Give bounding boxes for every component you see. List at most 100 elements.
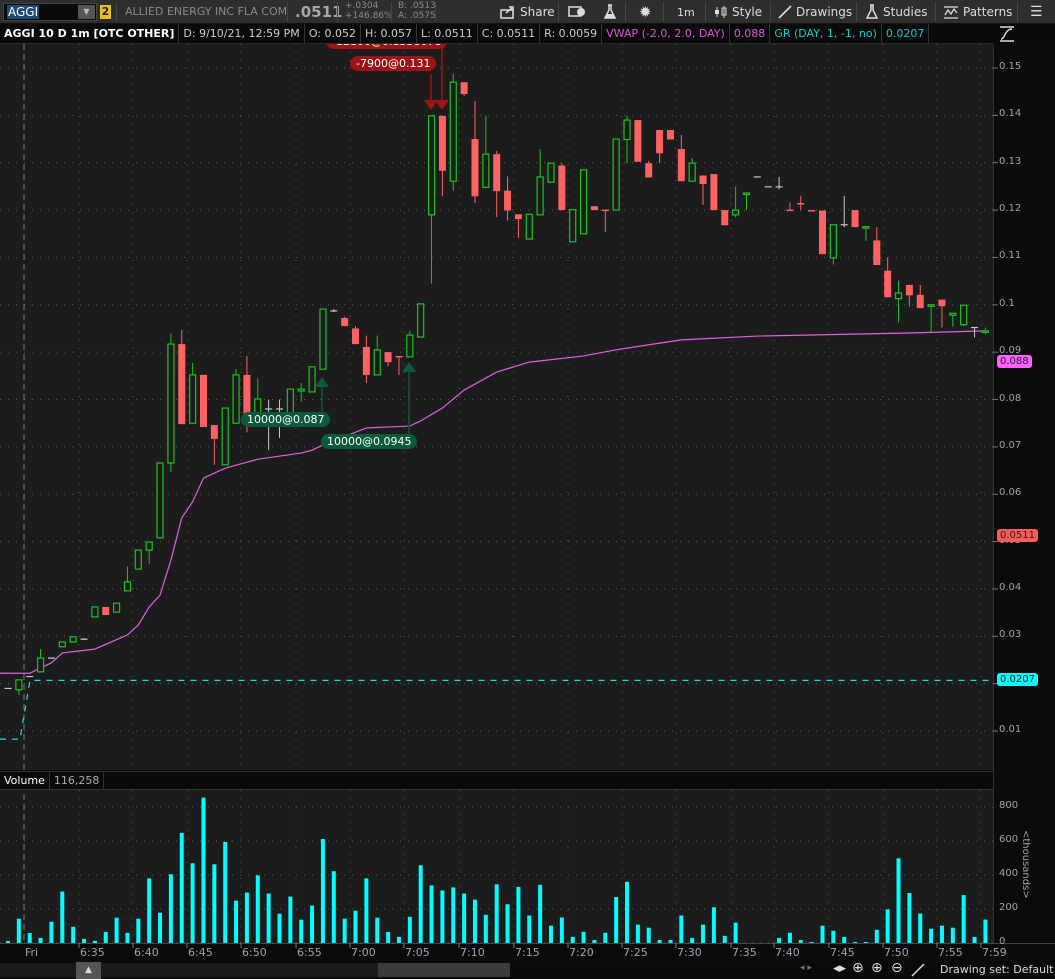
candle-body (36, 657, 45, 673)
time-axis-label: 7:50 (884, 946, 909, 959)
candle-body (319, 308, 327, 370)
bid: B: .0513 (398, 1, 436, 11)
candle-body (819, 210, 826, 255)
candle-body (482, 153, 490, 188)
top-toolbar: AGGI ▼ 2 ALLIED ENERGY INC FLA COM .0511… (0, 0, 1055, 24)
volume-bar (331, 871, 336, 943)
scrollbar-thumb[interactable] (378, 963, 510, 977)
crosshair-icon[interactable]: ⊕ (852, 960, 864, 976)
candle (493, 150, 501, 218)
share-button[interactable]: Share (500, 0, 555, 24)
bar-open: O: 0.052 (305, 24, 361, 44)
volume-bar (961, 895, 966, 943)
candle-body (210, 425, 218, 439)
volume-bar (16, 918, 21, 943)
studies-button[interactable]: Studies (865, 0, 928, 24)
volume-bar (451, 887, 456, 943)
flask-icon (865, 4, 879, 19)
candle-style-icon (715, 6, 727, 18)
zoom-out-icon[interactable]: ⊖ (891, 960, 903, 976)
symbol-text: AGGI (7, 5, 40, 19)
trade-label-buy: 10000@0.087 (241, 412, 331, 427)
flask-button[interactable] (603, 0, 617, 24)
candle (58, 641, 66, 648)
candle-body (395, 355, 403, 358)
scroll-home-button[interactable]: ▲ (76, 962, 101, 979)
link-group-badge[interactable]: 2 (100, 5, 111, 19)
settings-button[interactable]: ✹ (639, 0, 652, 24)
volume-bar (777, 937, 782, 943)
style-button[interactable]: Style (714, 0, 762, 24)
candle (91, 606, 99, 618)
gr-study-label[interactable]: GR (DAY, 1, -1, no) (770, 24, 882, 44)
timeframe-button[interactable]: 1m (677, 0, 695, 24)
volume-bar (863, 941, 868, 943)
divider (116, 2, 117, 22)
menu-button[interactable]: ☰ (1030, 0, 1043, 24)
price-axis-label: 0.04 (999, 581, 1022, 593)
buy-arrow-icon (402, 362, 416, 372)
candle-body (417, 303, 425, 338)
volume-bar (125, 932, 130, 943)
time-axis-label: 6:50 (242, 946, 267, 959)
change-percent: +146.86% (345, 11, 393, 21)
vwap-line (0, 330, 986, 674)
divider (856, 2, 857, 22)
drawings-button[interactable]: Drawings (778, 0, 852, 24)
candle (221, 407, 229, 466)
volume-bar (950, 927, 955, 943)
candle-body (178, 344, 186, 425)
candle-body (297, 388, 305, 392)
candle (981, 327, 990, 335)
volume-label: Volume (0, 772, 50, 789)
candle-body (894, 292, 903, 300)
axis-scale-button[interactable] (993, 24, 1055, 44)
chart-canvas[interactable] (0, 0, 1055, 979)
candle-body (341, 318, 349, 327)
candle-body (514, 214, 522, 220)
volume-bar (820, 925, 825, 943)
candle-body (471, 139, 479, 197)
volume-bar (375, 917, 380, 943)
volume-bar (592, 939, 597, 943)
candle-body (384, 352, 392, 363)
candle-body (15, 679, 23, 691)
patterns-button[interactable]: Patterns (943, 0, 1012, 24)
candle (514, 214, 522, 239)
volume-bar (168, 874, 173, 943)
gear-icon: ✹ (639, 3, 652, 21)
candle-body (590, 206, 598, 211)
volume-bar (71, 926, 76, 943)
candle (319, 308, 327, 370)
symbol-input[interactable]: AGGI ▼ (3, 3, 97, 21)
sell-arrow-icon (435, 100, 449, 110)
chart-info-bar: AGGI 10 D 1m [OTC OTHER] D: 9/10/21, 12:… (0, 24, 993, 44)
price-axis-label: 0.08 (999, 392, 1022, 404)
drawing-line-icon[interactable] (911, 963, 925, 977)
candle-body (981, 330, 990, 333)
volume-bar (353, 910, 358, 943)
candle (971, 326, 979, 338)
vwap-study-label[interactable]: VWAP (-2.0, 2.0, DAY) (602, 24, 730, 44)
time-scrollbar[interactable] (0, 963, 415, 977)
candle-body (938, 299, 946, 307)
drawing-set-selector[interactable]: Drawing set: Default (940, 963, 1053, 976)
candle (449, 73, 457, 191)
volume-bar (364, 878, 369, 943)
candle-body (373, 349, 381, 376)
price-axis-label: 0.06 (999, 487, 1022, 499)
candle-body (189, 374, 197, 424)
zoom-in-icon[interactable]: ⊕ (871, 960, 883, 976)
candle-body (69, 636, 77, 643)
scroll-arrows-icon[interactable]: ◂ ▸ (800, 963, 812, 973)
expand-icon[interactable]: ◂▸ (833, 961, 846, 976)
candle (504, 176, 512, 221)
candle-body (927, 304, 935, 307)
candle-body (406, 334, 414, 358)
time-axis-label: 6:45 (188, 946, 213, 959)
chevron-down-icon[interactable]: ▼ (78, 5, 95, 19)
alerts-button[interactable] (568, 0, 586, 24)
candle (601, 209, 609, 232)
candle-body (742, 192, 751, 196)
time-axis-label: 7:40 (775, 946, 800, 959)
